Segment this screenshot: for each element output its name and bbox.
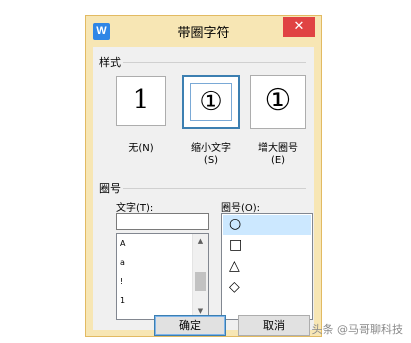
char-list-item[interactable]: ! (120, 277, 123, 286)
ok-button[interactable]: 确定 (154, 315, 226, 336)
text-input[interactable] (116, 213, 209, 230)
style-option-shrink[interactable]: ① (182, 75, 240, 129)
text-field-label: 文字(T): (116, 203, 154, 214)
style-preview-none: 1 (132, 85, 150, 115)
style-option-none[interactable]: 1 (116, 76, 166, 126)
enclosure-item-diamond[interactable]: ◇ (223, 278, 311, 298)
style-label-none: 无(N) (128, 143, 154, 154)
style-section-label: 样式 (99, 56, 121, 69)
cancel-button[interactable]: 取消 (238, 315, 310, 336)
triangle-icon: △ (229, 258, 240, 274)
character-list[interactable]: A a ! 1 ▲ ▼ (116, 233, 209, 320)
scroll-thumb[interactable] (195, 272, 206, 291)
scroll-up-arrow-icon[interactable]: ▲ (193, 234, 208, 249)
circle-section-label: 圈号 (99, 182, 121, 195)
style-label-enlarge-text: 增大圈号 (258, 143, 298, 154)
dialog-window: W 带圈字符 ✕ 样式 1 无(N) ① 缩小文字 (S) ① 增大圈号 (E)… (85, 15, 322, 337)
style-label-enlarge: 增大圈号 (E) (245, 143, 311, 167)
style-label-shrink: 缩小文字 (S) (177, 143, 245, 167)
dialog-content: 样式 1 无(N) ① 缩小文字 (S) ① 增大圈号 (E) 圈号 文字(T)… (93, 47, 314, 336)
style-label-shrink-key: (S) (203, 155, 219, 166)
close-button[interactable]: ✕ (283, 17, 315, 37)
char-list-scrollbar[interactable]: ▲ ▼ (192, 234, 208, 319)
enclosure-field-label: 圈号(O): (221, 203, 261, 214)
enclosure-item-circle[interactable]: ○ (223, 215, 311, 235)
square-icon: □ (229, 237, 243, 253)
circle-icon: ○ (229, 216, 242, 232)
style-option-enlarge[interactable]: ① (250, 75, 306, 129)
enclosure-item-square[interactable]: □ (223, 236, 311, 256)
char-list-item[interactable]: 1 (120, 296, 125, 305)
char-list-item[interactable]: a (120, 258, 125, 267)
style-divider (123, 62, 306, 63)
enclosure-list[interactable]: ○ □ △ ◇ (221, 213, 313, 320)
diamond-icon: ◇ (229, 279, 240, 295)
watermark: 头条 @马哥聊科技 (311, 323, 404, 336)
enclosure-item-triangle[interactable]: △ (223, 257, 311, 277)
style-label-enlarge-key: (E) (270, 155, 286, 166)
circle-divider (123, 188, 306, 189)
title-bar[interactable]: W 带圈字符 ✕ (86, 16, 321, 47)
style-preview-enlarge: ① (264, 83, 292, 118)
style-preview-shrink: ① (199, 87, 223, 117)
close-icon: ✕ (293, 19, 305, 34)
style-label-shrink-text: 缩小文字 (191, 143, 231, 154)
char-list-item[interactable]: A (120, 239, 125, 248)
